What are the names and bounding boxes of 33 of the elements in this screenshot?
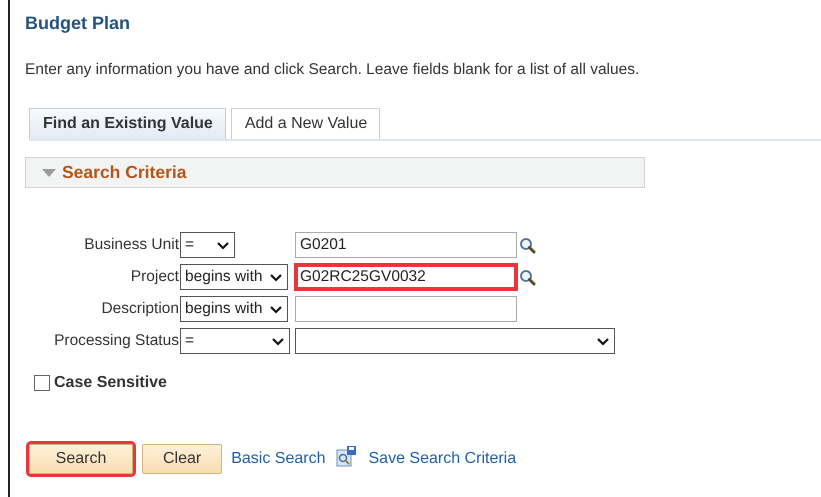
field-label: Description [101,300,179,318]
field-label: Project [130,268,179,286]
operator-dropdown[interactable]: begins with [180,264,288,290]
section-title: Search Criteria [62,162,187,183]
input-field[interactable]: G02RC25GV0032 [295,264,517,290]
chevron-icon [271,335,285,347]
tab[interactable]: Add a New Value [230,108,380,139]
save-search-icon[interactable] [336,446,356,466]
button[interactable]: Clear [142,444,222,474]
chevron-icon [268,303,283,315]
button[interactable]: Search [29,444,133,474]
field-label: Processing Status [54,332,179,350]
checkbox[interactable] [34,375,50,391]
chevron-icon [596,335,610,347]
input-field[interactable]: G0201 [295,232,517,258]
value-dropdown[interactable] [295,328,615,354]
operator-dropdown[interactable]: begins with [180,296,288,322]
link[interactable]: Save Search Criteria [368,450,516,468]
instructions-text: Enter any information you have and click Search. Leave fields blank for a list of all values. [25,61,640,79]
link[interactable]: Basic Search [231,450,326,468]
tab[interactable]: Find an Existing Value [29,108,226,139]
field-label: Business Unit [84,236,179,254]
search-icon[interactable] [519,236,536,254]
input-field[interactable] [295,296,517,322]
collapse-triangle-icon[interactable] [42,168,56,176]
section-header[interactable]: Search Criteria [25,157,645,188]
page-title: Budget Plan [25,13,132,35]
chevron-icon [268,271,283,283]
operator-dropdown[interactable]: = [180,328,290,354]
operator-dropdown[interactable]: = [180,232,235,258]
search-icon[interactable] [519,268,536,286]
checkbox-label: Case Sensitive [54,374,167,392]
chevron-icon [216,239,230,251]
